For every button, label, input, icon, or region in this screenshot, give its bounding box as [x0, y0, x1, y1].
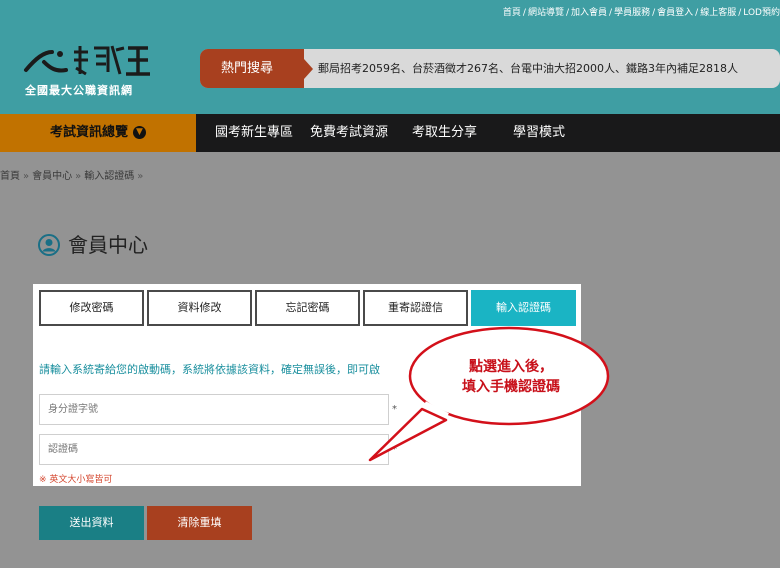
hot-search-arrow-icon	[304, 59, 313, 79]
tab-edit-profile[interactable]: 資料修改	[147, 290, 252, 326]
tab-change-password[interactable]: 修改密碼	[39, 290, 144, 326]
clear-button[interactable]: 清除重填	[147, 506, 252, 540]
top-link-login[interactable]: 會員登入	[657, 8, 693, 18]
breadcrumb: 首頁» 會員中心» 輸入認證碼»	[0, 171, 144, 182]
top-link-sitemap[interactable]: 網站導覽	[528, 8, 564, 18]
nav-learning-mode[interactable]: 學習模式	[513, 114, 565, 152]
required-mark: *	[392, 444, 397, 455]
page-title-text: 會員中心	[68, 233, 148, 257]
site-logo[interactable]	[22, 40, 152, 80]
instruction-text: 請輸入系統寄給您的啟動碼，系統將依據該資料，確定無誤後，即可啟	[39, 363, 380, 376]
top-link-lod[interactable]: LOD預約	[743, 8, 780, 18]
tab-enter-code[interactable]: 輸入認證碼	[471, 290, 576, 326]
hot-search-text[interactable]: 郵局招考2059名、台菸酒徵才267名、台電中油大招2000人、鐵路3年內補足2…	[318, 49, 738, 88]
logo-subtitle: 全國最大公職資訊網	[25, 84, 133, 97]
breadcrumb-home[interactable]: 首頁	[0, 171, 20, 182]
callout-line-2: 填入手機認證碼	[462, 379, 560, 395]
nav-new-students[interactable]: 國考新生專區	[215, 114, 293, 152]
top-link-support[interactable]: 線上客服	[700, 8, 736, 18]
nav-success-stories[interactable]: 考取生分享	[412, 114, 477, 152]
hot-search-label[interactable]: 熱門搜尋	[200, 49, 304, 88]
top-link-home[interactable]: 首頁	[503, 8, 521, 18]
id-number-input[interactable]: 身分證字號	[39, 394, 389, 425]
top-link-service[interactable]: 學員服務	[614, 8, 650, 18]
breadcrumb-current: 輸入認證碼	[84, 171, 135, 182]
top-links: 首頁 / 網站導覽 / 加入會員 / 學員服務 / 會員登入 / 線上客服 / LOD預約	[502, 8, 780, 18]
nav-exam-label: 考試資訊總覽	[49, 125, 128, 140]
nav-free-resources[interactable]: 免費考試資源	[310, 114, 388, 152]
submit-button[interactable]: 送出資料	[39, 506, 144, 540]
user-icon	[38, 234, 60, 256]
nav-exam-overview[interactable]: 考試資訊總覽 ▼	[0, 114, 196, 152]
case-note: ※ 英文大小寫皆可	[39, 475, 113, 485]
page-title: 會員中心	[38, 231, 148, 259]
verification-code-input[interactable]: 認證碼	[39, 434, 389, 465]
callout-line-1: 點選進入後，	[469, 359, 553, 375]
callout-text: 點選進入後， 填入手機認證碼	[436, 357, 586, 397]
breadcrumb-member[interactable]: 會員中心	[32, 171, 72, 182]
tab-forgot-password[interactable]: 忘記密碼	[255, 290, 360, 326]
tab-resend-verification[interactable]: 重寄認證信	[363, 290, 468, 326]
required-mark: *	[392, 404, 397, 415]
chevron-down-icon: ▼	[133, 126, 146, 139]
top-link-join[interactable]: 加入會員	[571, 8, 607, 18]
